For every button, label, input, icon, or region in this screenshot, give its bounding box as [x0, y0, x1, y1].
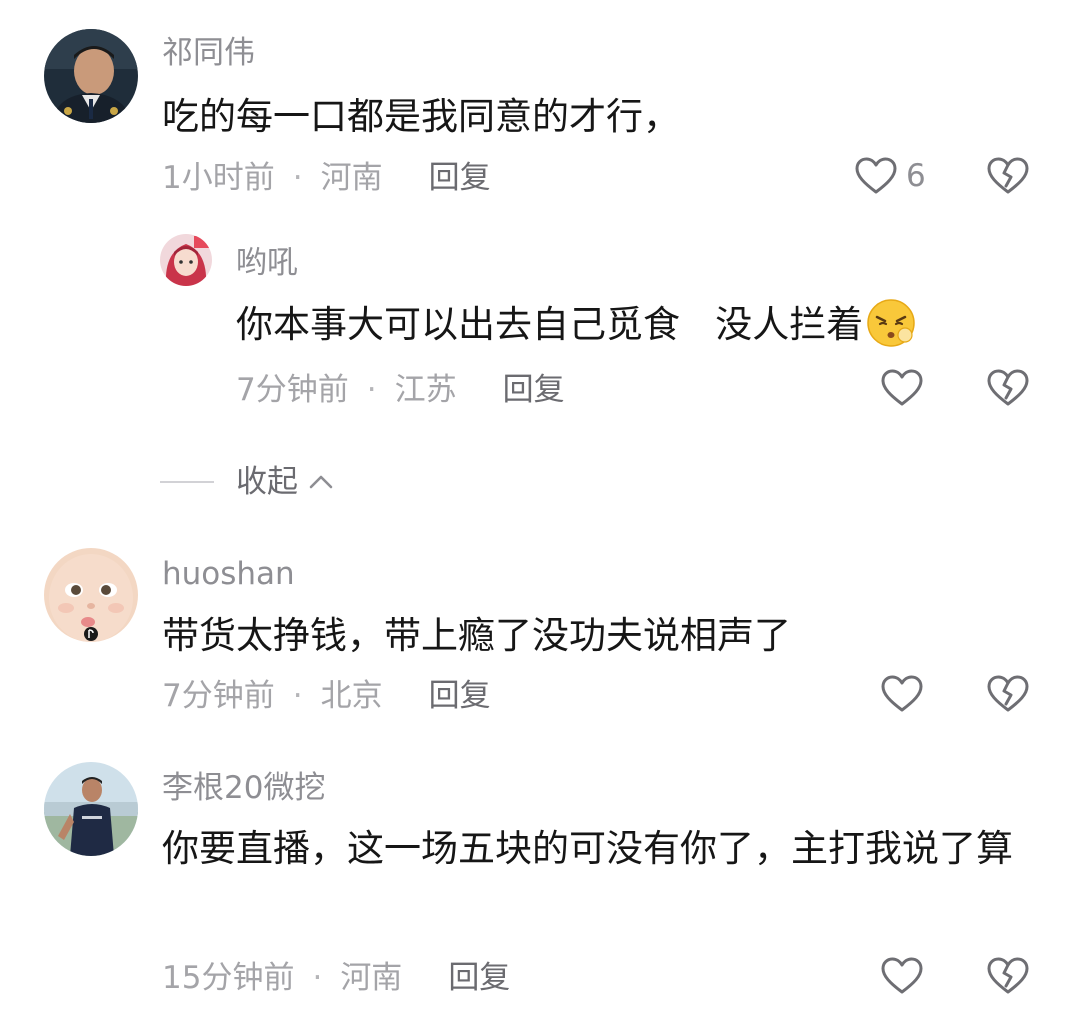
comment-meta: 1小时前 · 河南 回复	[162, 158, 491, 198]
meta-separator: ·	[292, 160, 303, 196]
broken-heart-icon	[987, 675, 1029, 712]
like-button[interactable]	[880, 956, 924, 996]
reply-button[interactable]: 回复	[448, 958, 510, 998]
broken-heart-icon	[987, 157, 1029, 194]
collapse-divider	[160, 481, 214, 483]
dislike-button[interactable]	[986, 956, 1030, 996]
heart-outline-icon	[881, 957, 923, 994]
baby-face-avatar-image	[44, 548, 138, 642]
avatar[interactable]	[44, 762, 138, 856]
meta-separator: ·	[292, 678, 303, 714]
avatar[interactable]	[44, 548, 138, 642]
comment-meta: 7分钟前 · 江苏 回复	[236, 370, 565, 410]
comment-item: 祁同伟 吃的每一口都是我同意的才行， 1小时前 · 河南 回复 6	[0, 0, 1080, 220]
collapse-label: 收起	[236, 464, 298, 500]
reply-button[interactable]: 回复	[429, 676, 491, 716]
broken-heart-icon	[987, 369, 1029, 406]
dislike-button[interactable]	[986, 368, 1030, 408]
location: 河南	[340, 960, 403, 996]
girl-red-hair-avatar-image	[160, 234, 212, 286]
police-officer-avatar-image	[44, 29, 138, 123]
like-count: 6	[906, 158, 926, 194]
reply-button[interactable]: 回复	[429, 158, 491, 198]
comment-meta: 7分钟前 · 北京 回复	[162, 676, 491, 716]
meta-separator: ·	[366, 372, 377, 408]
dislike-button[interactable]	[986, 156, 1030, 196]
username[interactable]: 哟吼	[236, 243, 298, 283]
avatar[interactable]	[44, 29, 138, 123]
location: 河南	[320, 160, 383, 196]
username[interactable]: huoshan	[162, 554, 295, 594]
chevron-up-icon	[309, 475, 333, 489]
username[interactable]: 李根20微挖	[162, 768, 325, 808]
like-button[interactable]	[880, 674, 924, 714]
comment-text: 你要直播，这一场五块的可没有你了，主打我说了算	[162, 827, 1013, 870]
avatar[interactable]	[160, 234, 212, 286]
like-button[interactable]	[880, 368, 924, 408]
comment-meta: 15分钟前 · 河南 回复	[162, 958, 510, 998]
like-button[interactable]: 6	[854, 156, 926, 196]
timestamp: 15分钟前	[162, 960, 295, 996]
timestamp: 7分钟前	[236, 372, 349, 408]
username[interactable]: 祁同伟	[162, 33, 255, 73]
heart-outline-icon	[881, 675, 923, 712]
broken-heart-icon	[987, 957, 1029, 994]
comment-text: 带货太挣钱，带上瘾了没功夫说相声了	[162, 614, 791, 657]
location: 北京	[320, 678, 383, 714]
timestamp: 7分钟前	[162, 678, 275, 714]
pouting-face-emoji-icon	[867, 298, 916, 347]
reply-button[interactable]: 回复	[503, 370, 565, 410]
comment-item: 李根20微挖 你要直播，这一场五块的可没有你了，主打我说了算 15分钟前 · 河…	[0, 750, 1080, 1026]
reply-comment-item: 哟吼 你本事大可以出去自己觅食 没人拦着 7分钟前 · 江苏 回复	[0, 220, 1080, 440]
comment-text: 吃的每一口都是我同意的才行，	[162, 95, 680, 138]
timestamp: 1小时前	[162, 160, 275, 196]
location: 江苏	[394, 372, 457, 408]
dislike-button[interactable]	[986, 674, 1030, 714]
heart-outline-icon	[881, 369, 923, 406]
man-outdoors-avatar-image	[44, 762, 138, 856]
comment-text: 你本事大可以出去自己觅食 没人拦着	[236, 292, 917, 358]
comment-item: huoshan 带货太挣钱，带上瘾了没功夫说相声了 7分钟前 · 北京 回复	[0, 530, 1080, 750]
heart-outline-icon	[855, 157, 897, 194]
collapse-replies-button[interactable]: 收起	[160, 462, 336, 502]
comment-text-content: 你本事大可以出去自己觅食 没人拦着	[236, 303, 864, 346]
meta-separator: ·	[312, 960, 323, 996]
